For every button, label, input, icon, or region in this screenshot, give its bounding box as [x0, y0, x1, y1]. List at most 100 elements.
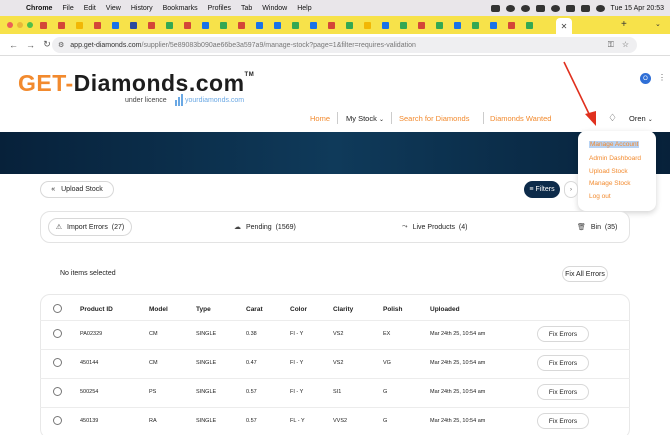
column-header-color[interactable]: Color	[290, 306, 307, 313]
pinned-tab-favicon-icon[interactable]	[418, 21, 425, 29]
upload-stock-button[interactable]: « Upload Stock	[40, 181, 114, 198]
pinned-tab-favicon-icon[interactable]	[274, 21, 281, 29]
pinned-tab-favicon-icon[interactable]	[76, 21, 83, 29]
row-select-checkbox[interactable]	[53, 358, 62, 367]
tab-import-errors[interactable]: ⚠ Import Errors (27)	[48, 218, 132, 236]
menu-log-out[interactable]: Log out	[589, 193, 611, 200]
column-header-carat[interactable]: Carat	[246, 306, 263, 313]
diamond-icon[interactable]: ♢	[608, 113, 617, 124]
menu-manage-account[interactable]: Manage Account	[589, 141, 640, 148]
password-key-icon[interactable]: ⚿	[608, 40, 614, 50]
menu-view[interactable]: View	[106, 5, 121, 12]
forward-arrow-icon[interactable]: →	[26, 40, 35, 50]
pinned-tab-favicon-icon[interactable]	[292, 21, 299, 29]
pinned-tab-favicon-icon[interactable]	[382, 21, 389, 29]
tab-live-products[interactable]: ⤳ Live Products (4)	[402, 218, 467, 236]
pinned-tab-favicon-icon[interactable]	[328, 21, 335, 29]
menu-help[interactable]: Help	[297, 5, 311, 12]
pinned-tab-favicon-icon[interactable]	[202, 21, 209, 29]
menu-tab[interactable]: Tab	[241, 5, 252, 12]
row-select-checkbox[interactable]	[53, 387, 62, 396]
active-tab[interactable]: ✕	[556, 18, 572, 34]
pinned-tab-favicon-icon[interactable]	[166, 21, 173, 29]
row-select-checkbox[interactable]	[53, 329, 62, 338]
pinned-tab-favicon-icon[interactable]	[40, 21, 47, 29]
reload-icon[interactable]: ↻	[43, 39, 51, 50]
pinned-tab-favicon-icon[interactable]	[400, 21, 407, 29]
status-icon[interactable]	[505, 4, 515, 12]
pinned-tab-favicon-icon[interactable]	[508, 21, 515, 29]
pinned-tab-favicon-icon[interactable]	[58, 21, 65, 29]
close-window-icon[interactable]	[7, 22, 13, 28]
new-tab-button[interactable]: +	[621, 19, 627, 30]
tab-pending[interactable]: ☁ Pending (1569)	[234, 218, 296, 236]
pinned-tab-favicon-icon[interactable]	[256, 21, 263, 29]
wifi-icon[interactable]	[565, 4, 575, 12]
pinned-tab-favicon-icon[interactable]	[220, 21, 227, 29]
pinned-tab-favicon-icon[interactable]	[148, 21, 155, 29]
pinned-tab-favicon-icon[interactable]	[526, 21, 533, 29]
pinned-tab-favicon-icon[interactable]	[436, 21, 443, 29]
wechat-icon[interactable]	[520, 4, 530, 12]
user-menu-toggle[interactable]: Oren ⌄	[629, 114, 653, 123]
menu-app-name[interactable]: Chrome	[26, 5, 52, 12]
filters-button[interactable]: ≡ Filters	[524, 181, 560, 198]
pinned-tab-favicon-icon[interactable]	[454, 21, 461, 29]
pinned-tab-favicon-icon[interactable]	[130, 21, 137, 29]
pinned-tab-favicon-icon[interactable]	[310, 21, 317, 29]
menu-edit[interactable]: Edit	[84, 5, 96, 12]
menu-admin-dashboard[interactable]: Admin Dashboard	[589, 155, 641, 162]
address-bar[interactable]: ⚙ app.get-diamonds.com /supplier/5e89083…	[52, 37, 637, 53]
menu-history[interactable]: History	[131, 5, 153, 12]
minimize-window-icon[interactable]	[17, 22, 23, 28]
menu-profiles[interactable]: Profiles	[208, 5, 231, 12]
pinned-tab-favicon-icon[interactable]	[238, 21, 245, 29]
nav-home[interactable]: Home	[310, 114, 330, 123]
tab-bin[interactable]: 🗑 Bin (35)	[577, 218, 617, 236]
menu-bookmarks[interactable]: Bookmarks	[163, 5, 198, 12]
pinned-tab-favicon-icon[interactable]	[490, 21, 497, 29]
fix-errors-button[interactable]: Fix Errors	[537, 326, 589, 342]
pinned-tab-favicon-icon[interactable]	[346, 21, 353, 29]
toolbar-extra-button[interactable]: ›	[564, 181, 578, 198]
column-header-uploaded[interactable]: Uploaded	[430, 306, 460, 313]
site-logo[interactable]: GET-Diamonds.comTM	[18, 70, 254, 97]
nav-diamonds-wanted[interactable]: Diamonds Wanted	[490, 114, 551, 123]
zoom-window-icon[interactable]	[27, 22, 33, 28]
site-settings-icon[interactable]: ⚙	[58, 41, 64, 49]
menu-window[interactable]: Window	[262, 5, 287, 12]
pinned-tab-favicon-icon[interactable]	[472, 21, 479, 29]
profile-avatar[interactable]: O	[640, 73, 651, 84]
moon-icon[interactable]	[550, 4, 560, 12]
nav-my-stock[interactable]: My Stock ⌄	[346, 114, 384, 123]
column-header-model[interactable]: Model	[149, 306, 168, 313]
tab-close-icon[interactable]: ✕	[561, 22, 568, 31]
video-icon[interactable]	[490, 4, 500, 12]
fix-errors-button[interactable]: Fix Errors	[537, 384, 589, 400]
pinned-tab-favicon-icon[interactable]	[364, 21, 371, 29]
pinned-tab-favicon-icon[interactable]	[184, 21, 191, 29]
pinned-tab-favicon-icon[interactable]	[112, 21, 119, 29]
column-header-type[interactable]: Type	[196, 306, 211, 313]
pinned-tab-favicon-icon[interactable]	[94, 21, 101, 29]
tab-search-chevron-icon[interactable]: ⌄	[655, 20, 661, 28]
bookmark-star-icon[interactable]: ☆	[622, 40, 629, 50]
back-arrow-icon[interactable]: ←	[9, 40, 18, 50]
fix-all-errors-button[interactable]: Fix All Errors	[562, 266, 608, 282]
menu-upload-stock[interactable]: Upload Stock	[589, 168, 628, 175]
select-all-checkbox[interactable]	[53, 304, 62, 313]
menu-manage-stock[interactable]: Manage Stock	[589, 180, 631, 187]
column-header-product-id[interactable]: Product ID	[80, 306, 113, 313]
fix-errors-button[interactable]: Fix Errors	[537, 355, 589, 371]
menubar-clock[interactable]: Tue 15 Apr 20:53	[611, 5, 664, 12]
extension-icon[interactable]	[535, 4, 545, 12]
column-header-clarity[interactable]: Clarity	[333, 306, 353, 313]
nav-search-diamonds[interactable]: Search for Diamonds	[399, 114, 469, 123]
menu-file[interactable]: File	[62, 5, 73, 12]
battery-icon[interactable]	[580, 4, 590, 12]
browser-menu-icon[interactable]: ⋮	[658, 73, 666, 82]
row-select-checkbox[interactable]	[53, 416, 62, 425]
control-center-icon[interactable]	[595, 4, 605, 12]
fix-errors-button[interactable]: Fix Errors	[537, 413, 589, 429]
column-header-polish[interactable]: Polish	[383, 306, 403, 313]
